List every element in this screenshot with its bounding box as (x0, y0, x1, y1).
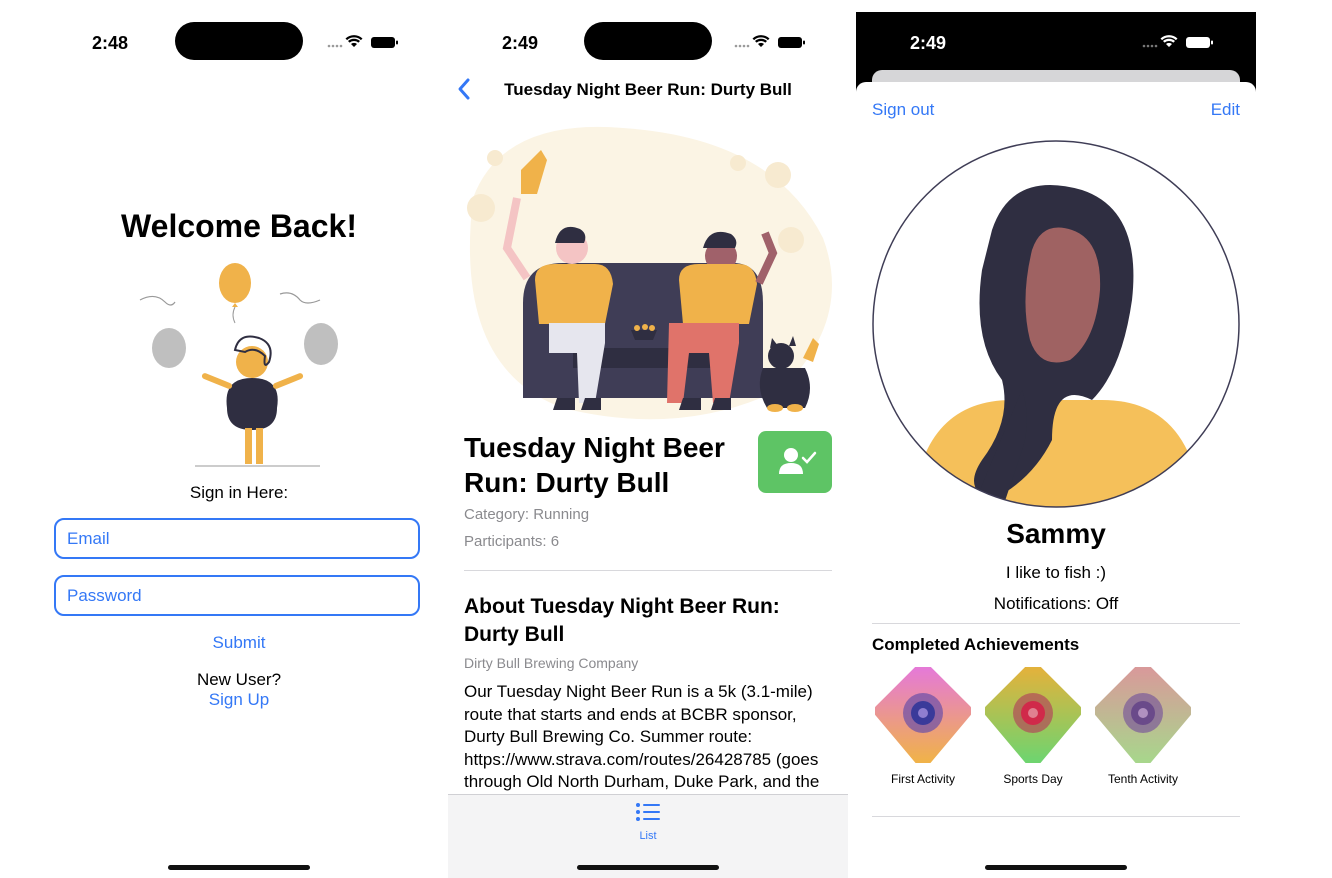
tab-list-label: List (639, 830, 657, 842)
status-bar: 2:49 (856, 20, 1256, 64)
home-indicator (168, 865, 310, 870)
wifi-icon (752, 35, 770, 47)
achievement-badge-icon (1094, 662, 1192, 768)
welcome-heading: Welcome Back! (121, 208, 357, 244)
sign-up-link[interactable]: Sign Up (35, 690, 443, 710)
sign-out-button[interactable]: Sign out (872, 100, 934, 120)
achievement-label: Sports Day (1003, 772, 1063, 786)
achievements-heading: Completed Achievements (872, 635, 1080, 654)
section-divider (464, 570, 832, 571)
status-bar: 2:48 (35, 20, 443, 64)
category-label: Category: Running (464, 506, 590, 523)
sports-fans-illustration (467, 126, 832, 420)
wifi-icon (1160, 35, 1178, 47)
achievement-badge-icon (874, 662, 972, 768)
wifi-icon (345, 35, 363, 47)
host-name: Dirty Bull Brewing Company (464, 655, 639, 671)
nav-title: Tuesday Night Beer Run: Durty Bull (504, 80, 792, 99)
edit-button[interactable]: Edit (1211, 100, 1240, 120)
about-heading: About Tuesday Night Beer Run: Durty Bull (464, 595, 780, 646)
submit-button[interactable]: Submit (35, 633, 443, 653)
home-indicator (985, 865, 1127, 870)
status-time: 2:49 (502, 33, 539, 53)
achievement-badge-icon (984, 662, 1082, 768)
join-event-button[interactable] (758, 431, 832, 493)
status-time: 2:48 (92, 33, 129, 53)
tab-list[interactable]: List (618, 801, 678, 842)
section-divider (872, 816, 1240, 817)
achievement-first-activity[interactable]: First Activity (874, 662, 972, 786)
achievement-sports-day[interactable]: Sports Day (984, 662, 1082, 786)
battery-icon (778, 37, 802, 48)
section-divider (872, 623, 1240, 624)
list-icon (636, 803, 660, 821)
event-description: Our Tuesday Night Beer Run is a 5k (3.1-… (464, 682, 820, 791)
status-bar: 2:49 (448, 20, 848, 64)
profile-bio: I like to fish :) (1005, 563, 1107, 582)
new-user-label: New User? (196, 670, 282, 689)
profile-screen: 2:49 Sign out Edit Sammy I like to fish … (856, 12, 1256, 878)
password-field[interactable] (54, 575, 420, 616)
dynamic-island (584, 22, 712, 60)
notifications-status: Notifications: Off (993, 594, 1119, 613)
status-icons (734, 35, 805, 48)
dynamic-island (175, 22, 303, 60)
event-title: Tuesday Night Beer Run: Durty Bull (464, 432, 725, 498)
email-field[interactable] (54, 518, 420, 559)
achievement-label: Tenth Activity (1107, 772, 1179, 786)
signal-icon (327, 44, 343, 48)
sign-in-label: Sign in Here: (189, 483, 289, 502)
status-icons (1142, 35, 1213, 48)
profile-sheet: Sign out Edit Sammy I like to fish :) No… (856, 82, 1256, 878)
event-detail-screen: 2:49 Tuesday Night Beer Run: Durty Bull (448, 0, 848, 878)
participants-label: Participants: 6 (464, 533, 560, 550)
login-screen: 2:48 Welcome Back! Sign in Here: Submit … (35, 0, 443, 878)
achievement-label: First Activity (890, 772, 955, 786)
battery-icon (371, 37, 395, 48)
status-icons (327, 35, 398, 48)
signal-icon (734, 44, 750, 48)
signal-icon (1142, 44, 1158, 48)
celebration-illustration (139, 263, 338, 467)
profile-avatar (872, 140, 1240, 508)
back-chevron-icon[interactable] (455, 76, 473, 102)
home-indicator (577, 865, 719, 870)
achievement-tenth-activity[interactable]: Tenth Activity (1094, 662, 1192, 786)
battery-icon (1186, 37, 1210, 48)
person-check-icon (779, 448, 817, 474)
profile-name: Sammy (1006, 518, 1106, 549)
status-time: 2:49 (910, 33, 947, 53)
